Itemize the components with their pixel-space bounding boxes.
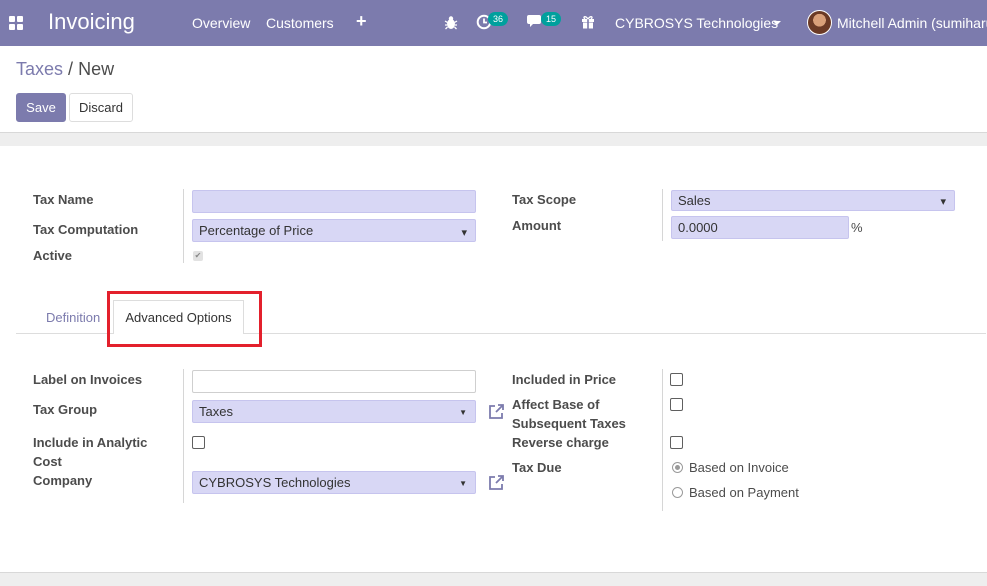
plus-icon[interactable]: + xyxy=(356,12,367,30)
tax-computation-value: Percentage of Price xyxy=(199,223,314,238)
external-link-icon[interactable] xyxy=(487,474,505,492)
company-value: CYBROSYS Technologies xyxy=(199,475,351,490)
tax-due-invoice-label[interactable]: Based on Invoice xyxy=(689,460,789,475)
tax-computation-select[interactable]: Percentage of Price ▾ xyxy=(192,219,476,242)
tax-due-payment-label[interactable]: Based on Payment xyxy=(689,485,799,500)
menu-customers[interactable]: Customers xyxy=(266,15,334,31)
tax-group-label: Tax Group xyxy=(33,402,98,417)
apps-menu-icon[interactable] xyxy=(9,16,23,30)
tax-due-label: Tax Due xyxy=(512,460,562,475)
label-on-invoices-input[interactable] xyxy=(192,370,476,393)
app-name[interactable]: Invoicing xyxy=(48,9,135,35)
breadcrumb: Taxes / New xyxy=(16,59,114,80)
affect-base-label-line2: Subsequent Taxes xyxy=(512,416,626,431)
message-count-badge: 15 xyxy=(541,12,562,26)
tax-due-invoice-radio[interactable] xyxy=(672,462,683,473)
activity-count-badge: 36 xyxy=(488,12,509,26)
tax-group-value: Taxes xyxy=(199,404,233,419)
affect-base-subsequent-taxes-checkbox[interactable] xyxy=(670,398,683,411)
amount-percent-unit: % xyxy=(851,220,863,235)
breadcrumb-taxes-link[interactable]: Taxes xyxy=(16,59,63,79)
field-separator xyxy=(662,369,663,511)
control-panel-divider xyxy=(0,132,987,146)
reverse-charge-checkbox[interactable] xyxy=(670,436,683,449)
tax-computation-label: Tax Computation xyxy=(33,222,139,237)
tax-name-input[interactable] xyxy=(192,190,476,213)
affect-base-label-line1: Affect Base of xyxy=(512,397,600,412)
company-switcher[interactable]: CYBROSYS Technologies xyxy=(615,15,778,31)
user-avatar[interactable] xyxy=(807,10,832,35)
company-caret-icon[interactable] xyxy=(773,21,781,25)
field-separator xyxy=(662,189,663,241)
menu-overview[interactable]: Overview xyxy=(192,15,250,31)
company-select[interactable]: CYBROSYS Technologies ▼ xyxy=(192,471,476,494)
include-analytic-cost-label-line1: Include in Analytic xyxy=(33,435,148,450)
field-separator xyxy=(183,189,184,263)
caret-down-icon: ▼ xyxy=(459,479,467,488)
tax-scope-value: Sales xyxy=(678,193,711,208)
active-label: Active xyxy=(33,248,73,263)
tax-scope-select[interactable]: Sales ▾ xyxy=(671,190,955,211)
annotation-highlight-box xyxy=(107,291,262,347)
sheet-bottom-divider xyxy=(0,572,987,586)
caret-down-icon: ▼ xyxy=(459,408,467,417)
tab-definition[interactable]: Definition xyxy=(46,310,100,325)
chevron-down-icon: ▾ xyxy=(461,227,467,239)
top-navbar: Invoicing Overview Customers + 36 15 CYB… xyxy=(0,0,987,46)
external-link-icon[interactable] xyxy=(487,403,505,421)
save-button[interactable]: Save xyxy=(16,93,66,122)
include-analytic-cost-label-line2: Cost xyxy=(33,454,62,469)
bug-icon[interactable] xyxy=(444,15,458,30)
active-checkbox[interactable]: ✔ xyxy=(193,251,203,261)
amount-label: Amount xyxy=(512,218,562,233)
breadcrumb-current: New xyxy=(78,59,115,79)
company-label: Company xyxy=(33,473,93,488)
label-on-invoices-label: Label on Invoices xyxy=(33,372,143,387)
breadcrumb-separator: / xyxy=(68,59,74,79)
included-in-price-checkbox[interactable] xyxy=(670,373,683,386)
included-in-price-label: Included in Price xyxy=(512,372,617,387)
tax-scope-label: Tax Scope xyxy=(512,192,577,207)
tax-due-payment-radio[interactable] xyxy=(672,487,683,498)
user-menu[interactable]: Mitchell Admin (sumiharu xyxy=(837,15,987,31)
amount-input[interactable]: 0.0000 xyxy=(671,216,849,239)
tax-group-select[interactable]: Taxes ▼ xyxy=(192,400,476,423)
discard-button[interactable]: Discard xyxy=(69,93,133,122)
gift-icon[interactable] xyxy=(581,14,595,29)
reverse-charge-label: Reverse charge xyxy=(512,435,609,450)
field-separator xyxy=(183,369,184,503)
include-analytic-cost-checkbox[interactable] xyxy=(192,436,205,449)
chevron-down-icon: ▾ xyxy=(940,196,946,208)
tax-name-label: Tax Name xyxy=(33,192,94,207)
